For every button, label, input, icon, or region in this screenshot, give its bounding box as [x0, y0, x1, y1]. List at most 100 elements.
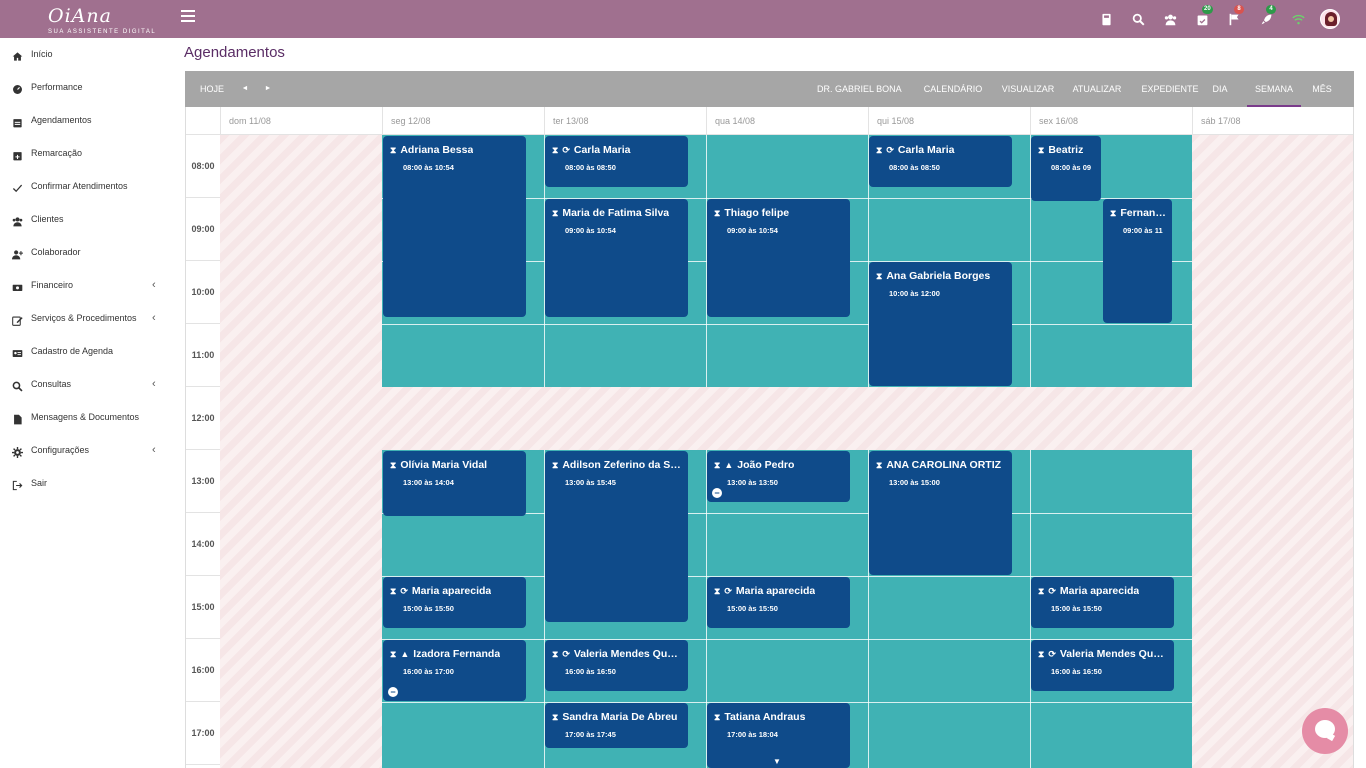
sidebar-item-remarcacao[interactable]: Remarcação	[0, 142, 175, 166]
calculator-icon[interactable]	[1090, 8, 1122, 30]
day-header[interactable]: ter 13/08	[544, 107, 706, 135]
appointment-title: ⧗ Thiago felipe	[714, 207, 844, 219]
repeat-icon: ⟳	[724, 585, 732, 596]
calendar-corner	[186, 107, 220, 135]
prev-week-icon[interactable]: ◄	[238, 71, 252, 107]
day-header[interactable]: dom 11/08	[220, 107, 382, 135]
repeat-icon: ⟳	[562, 144, 570, 155]
appointment-card[interactable]: ⧗ Adriana Bessa 08:00 às 10:54	[383, 136, 526, 317]
sidebar-item-label: Configurações	[31, 445, 90, 455]
next-week-icon[interactable]: ►	[261, 71, 275, 107]
wifi-icon[interactable]	[1282, 8, 1314, 30]
hourglass-icon: ⧗	[714, 207, 721, 218]
hour-label: 14:00	[186, 513, 220, 576]
toolbar-mes-button[interactable]: MÊS	[1309, 71, 1335, 107]
appointment-card[interactable]: ⧗ Tatiana Andraus 17:00 às 18:04 ▼	[707, 703, 850, 768]
appointment-time: 08:00 às 08:50	[889, 163, 940, 172]
sidebar-item-mensagens-documentos[interactable]: Mensagens & Documentos	[0, 406, 175, 430]
day-header[interactable]: sex 16/08	[1030, 107, 1192, 135]
appointment-card[interactable]: ⧗ Olívia Maria Vidal 13:00 às 14:04	[383, 451, 526, 517]
appointment-card[interactable]: ⧗ ⟳ Maria aparecida 15:00 às 15:50	[1031, 577, 1174, 628]
appointment-card[interactable]: ⧗ ⟳ Carla Maria 08:00 às 08:50	[869, 136, 1012, 187]
appointment-title: ⧗ Maria de Fatima Silva	[552, 207, 682, 219]
hourglass-icon: ⧗	[1038, 585, 1045, 596]
user-avatar-button[interactable]	[1314, 8, 1346, 30]
appointment-client-name: Maria aparecida	[735, 585, 816, 597]
appointment-card[interactable]: ⧗ Adilson Zeferino da Silva 13:00 às 15:45	[545, 451, 688, 623]
day-header[interactable]: qua 14/08	[706, 107, 868, 135]
calendar-check-icon[interactable]: 20	[1186, 5, 1218, 30]
search-icon[interactable]	[1122, 8, 1154, 30]
sidebar-item-sair[interactable]: Sair	[0, 472, 175, 496]
toolbar-dr-gabriel-bona-button[interactable]: DR. GABRIEL BONA	[817, 71, 902, 107]
toolbar-dia-button[interactable]: DIA	[1210, 71, 1230, 107]
page-title: Agendamentos	[184, 44, 285, 61]
appointment-card[interactable]: ⧗ ▲ Izadora Fernanda 16:00 às 17:00 −	[383, 640, 526, 701]
appointment-title: ⧗ Tatiana Andraus	[714, 711, 844, 723]
hour-label: 08:00	[186, 135, 220, 198]
day-header[interactable]: sáb 17/08	[1192, 107, 1353, 135]
repeat-icon: ⟳	[1048, 648, 1056, 659]
today-button[interactable]: HOJE	[193, 71, 231, 107]
appointment-card[interactable]: ⧗ Sandra Maria De Abreu 17:00 às 17:45	[545, 703, 688, 749]
chevron-left-icon: ‹	[152, 378, 156, 390]
appointment-card[interactable]: ⧗ ⟳ Valeria Mendes Queiroz 16:00 às 16:50	[545, 640, 688, 691]
brand-name: OiAna	[48, 5, 112, 27]
chevron-left-icon: ‹	[152, 312, 156, 324]
chat-bubble-icon[interactable]	[1302, 708, 1348, 754]
sidebar-item-clientes[interactable]: Clientes	[0, 208, 175, 232]
appointment-card[interactable]: ⧗ ANA CAROLINA ORTIZ 13:00 às 15:00	[869, 451, 1012, 575]
id-card-icon	[12, 346, 23, 357]
sidebar-item-confirmar-atendimentos[interactable]: Confirmar Atendimentos	[0, 175, 175, 199]
minus-circle-icon[interactable]: −	[388, 687, 398, 697]
toolbar-atualizar-button[interactable]: ATUALIZAR	[1071, 71, 1123, 107]
appointment-time: 08:00 às 09	[1051, 163, 1092, 172]
appointment-card[interactable]: ⧗ ⟳ Valeria Mendes Queiroz 16:00 às 16:50	[1031, 640, 1174, 691]
users-icon[interactable]	[1154, 8, 1186, 30]
sidebar-item-inicio[interactable]: Início	[0, 43, 175, 67]
sidebar-item-performance[interactable]: Performance	[0, 76, 175, 100]
flag-icon[interactable]: 8	[1218, 5, 1250, 30]
appointment-card[interactable]: ⧗ Fernanda 09:00 às 11	[1103, 199, 1172, 323]
sidebar-item-colaborador[interactable]: Colaborador	[0, 241, 175, 265]
hour-label: 11:00	[186, 324, 220, 387]
sidebar-item-label: Confirmar Atendimentos	[31, 181, 128, 191]
day-header[interactable]: qui 15/08	[868, 107, 1030, 135]
appointment-card[interactable]: ⧗ ⟳ Maria aparecida 15:00 às 15:50	[383, 577, 526, 628]
appointment-card[interactable]: ⧗ ⟳ Carla Maria 08:00 às 08:50	[545, 136, 688, 187]
sidebar-item-servicos-procedimentos[interactable]: Serviços & Procedimentos ‹	[0, 307, 175, 331]
hourglass-icon: ⧗	[390, 648, 397, 659]
week-calendar: dom 11/08 seg 12/08 ter 13/08 qua 14/08 qui …	[185, 107, 1354, 768]
appointment-time: 15:00 às 15:50	[403, 604, 454, 613]
sidebar-item-consultas[interactable]: Consultas ‹	[0, 373, 175, 397]
appointment-card[interactable]: ⧗ Ana Gabriela Borges 10:00 às 12:00	[869, 262, 1012, 386]
appointment-client-name: Maria aparecida	[1059, 585, 1140, 597]
sidebar-item-label: Clientes	[31, 214, 64, 224]
brand-logo[interactable]: OiAna SUA ASSISTENTE DIGITAL	[40, 2, 155, 36]
sidebar-item-agendamentos[interactable]: Agendamentos	[0, 109, 175, 133]
hamburger-menu-icon[interactable]	[181, 10, 195, 24]
caret-down-icon[interactable]: ▼	[773, 757, 781, 766]
sidebar-item-cadastro-de-agenda[interactable]: Cadastro de Agenda	[0, 340, 175, 364]
toolbar-semana-button[interactable]: SEMANA	[1247, 71, 1301, 107]
appointment-card[interactable]: ⧗ ⟳ Maria aparecida 15:00 às 15:50	[707, 577, 850, 628]
calendar-icon	[12, 115, 23, 128]
toolbar-calendario-button[interactable]: CALENDÁRIO	[922, 71, 984, 107]
search-icon	[12, 379, 23, 392]
hour-label: 12:00	[186, 387, 220, 450]
appointment-card[interactable]: ⧗ Maria de Fatima Silva 09:00 às 10:54	[545, 199, 688, 317]
warning-icon: ▲	[724, 460, 734, 470]
appointment-client-name: Carla Maria	[573, 144, 631, 156]
appointment-client-name: Adilson Zeferino da Silva	[562, 459, 682, 471]
toolbar-visualizar-button[interactable]: VISUALIZAR	[999, 71, 1057, 107]
minus-circle-icon[interactable]: −	[712, 487, 722, 498]
appointment-card[interactable]: ⧗ Beatriz 08:00 às 09	[1031, 136, 1101, 201]
appointment-card[interactable]: ⧗ Thiago felipe 09:00 às 10:54	[707, 199, 850, 317]
sidebar-item-configuracoes[interactable]: Configurações ‹	[0, 439, 175, 463]
sidebar-item-financeiro[interactable]: Financeiro ‹	[0, 274, 175, 298]
appointment-card[interactable]: ⧗ ▲ João Pedro 13:00 às 13:50−	[707, 451, 850, 502]
appointment-title: ⧗ Sandra Maria De Abreu	[552, 711, 682, 723]
rocket-icon[interactable]: 4	[1250, 5, 1282, 30]
day-header[interactable]: seg 12/08	[382, 107, 544, 135]
toolbar-expediente-button[interactable]: EXPEDIENTE	[1140, 71, 1200, 107]
